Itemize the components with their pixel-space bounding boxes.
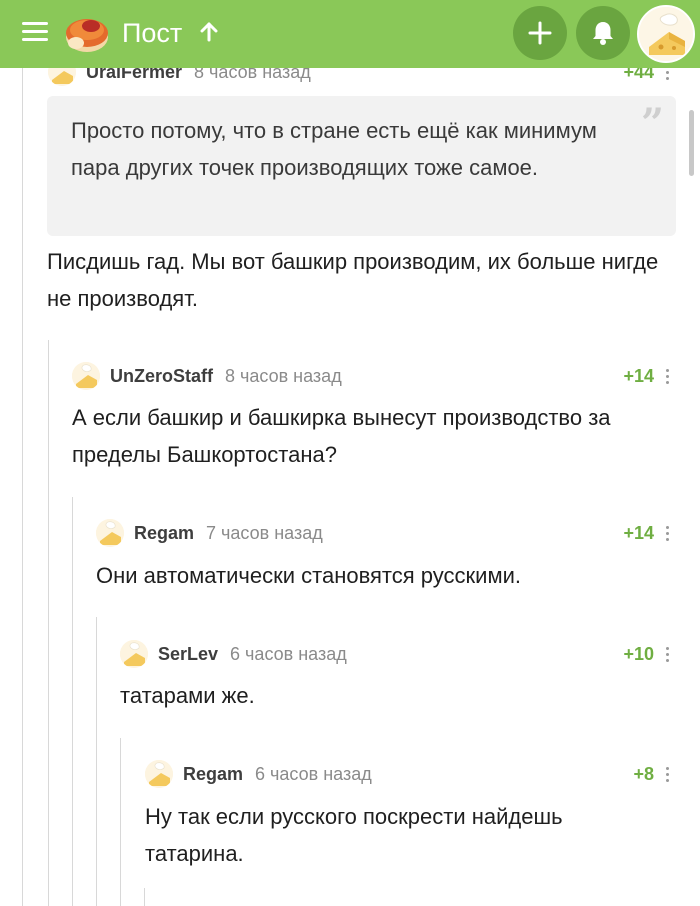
thread-line [144, 888, 145, 906]
top-app-bar: Пост [0, 0, 700, 68]
thread-line [120, 738, 121, 906]
comment-username[interactable]: Regam [183, 764, 243, 785]
quote-block: Просто потому, что в стране есть ещё как… [47, 96, 676, 236]
user-avatar-icon[interactable] [72, 362, 100, 390]
thread-line [72, 497, 73, 906]
menu-icon[interactable] [22, 20, 48, 42]
comment-text: А если башкир и башкирка вынесут произво… [72, 405, 611, 467]
add-post-button[interactable] [513, 6, 567, 60]
more-dots-icon[interactable] [664, 524, 670, 542]
page: Пост UralFermer 8 часов назад +44 Просто… [0, 0, 700, 906]
thread-line [22, 68, 23, 906]
more-dots-icon[interactable] [664, 765, 670, 783]
plus-icon [528, 21, 552, 45]
notifications-button[interactable] [576, 6, 630, 60]
comment-text: Писдишь гад. Мы вот башкир производим, и… [47, 249, 659, 311]
comment-header: SerLev 6 часов назад [120, 640, 347, 668]
comment-text: Они автоматически становятся русскими. [96, 563, 521, 588]
more-dots-icon[interactable] [664, 367, 670, 385]
comment-rating: +10 [623, 644, 654, 664]
comment-username[interactable]: SerLev [158, 644, 218, 665]
bell-icon [593, 22, 613, 45]
quote-text: Просто потому, что в стране есть ещё как… [71, 118, 597, 180]
more-dots-icon[interactable] [664, 645, 670, 663]
thread-line [48, 340, 49, 906]
thread-line [96, 617, 97, 906]
comment-rating: +14 [623, 523, 654, 543]
comment-time: 8 часов назад [225, 365, 342, 386]
comment-rating: +8 [633, 764, 654, 784]
comment-rating: +14 [623, 366, 654, 386]
comment-text: татарами же. [120, 683, 255, 708]
comment-time: 7 часов назад [206, 522, 323, 543]
pikabu-logo[interactable] [64, 11, 110, 55]
comment-header: Regam 7 часов назад [96, 519, 323, 547]
user-avatar-icon[interactable] [637, 5, 695, 63]
comment-time: 6 часов назад [230, 643, 347, 664]
comment-username[interactable]: UnZeroStaff [110, 366, 213, 387]
comment-username[interactable]: Regam [134, 523, 194, 544]
page-title: Пост [122, 18, 183, 48]
user-avatar-icon[interactable] [145, 760, 173, 788]
arrow-up-icon[interactable] [200, 22, 218, 42]
comment-time: 6 часов назад [255, 763, 372, 784]
comment-text: Ну так если русского поскрести найдешь т… [145, 804, 563, 866]
user-avatar-icon[interactable] [96, 519, 124, 547]
scrollbar[interactable] [689, 110, 694, 176]
comment-header: UnZeroStaff 8 часов назад [72, 362, 342, 390]
user-avatar-icon[interactable] [120, 640, 148, 668]
quote-icon: ” [640, 100, 664, 147]
comment-header: Regam 6 часов назад [145, 760, 372, 788]
